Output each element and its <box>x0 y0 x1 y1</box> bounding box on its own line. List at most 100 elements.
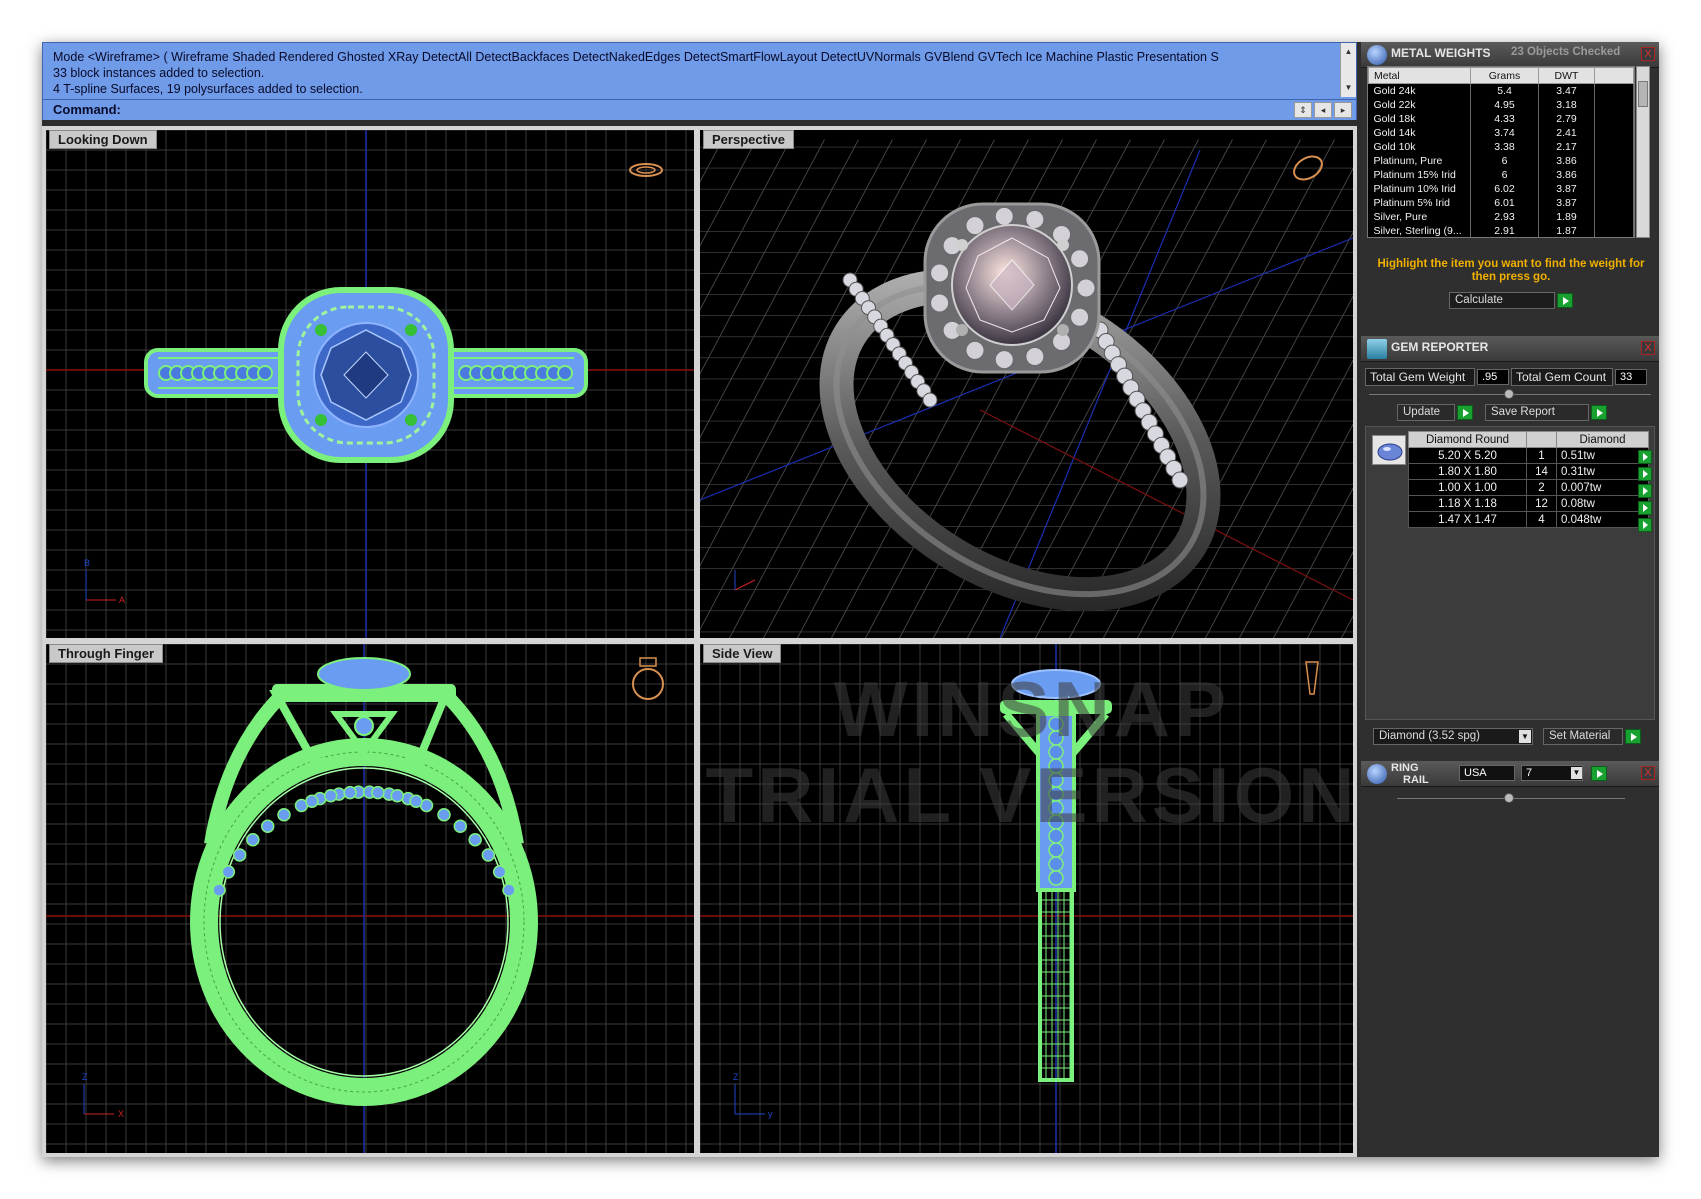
update-button[interactable]: Update <box>1397 404 1455 421</box>
metal-weight-row[interactable]: Gold 18k 4.33 2.79 <box>1368 111 1634 126</box>
close-icon[interactable]: X <box>1641 766 1655 780</box>
ring-rail-slider-knob[interactable] <box>1504 793 1514 803</box>
gem-count-cell: 4 <box>1526 511 1557 528</box>
command-prompt: Command: <box>53 102 121 117</box>
set-material-go-button[interactable] <box>1625 729 1641 744</box>
axis-label-b: B <box>84 558 90 568</box>
calculate-go-button[interactable] <box>1557 293 1573 308</box>
save-report-go-button[interactable] <box>1591 405 1607 420</box>
total-gem-weight-value[interactable]: .95 <box>1477 369 1509 385</box>
command-area: Mode <Wireframe> ( Wireframe Shaded Rend… <box>42 42 1357 120</box>
gem-row-go-button[interactable] <box>1638 501 1652 515</box>
grams-cell: 3.74 <box>1470 125 1539 140</box>
dwt-cell: 3.86 <box>1538 167 1595 182</box>
grams-cell: 6.01 <box>1470 195 1539 210</box>
viewport-title-looking-down[interactable]: Looking Down <box>49 130 157 149</box>
close-icon[interactable]: X <box>1641 341 1655 355</box>
gem-round-thumbnail[interactable] <box>1372 435 1406 465</box>
metal-weight-row[interactable]: Gold 14k 3.74 2.41 <box>1368 125 1634 140</box>
gem-row[interactable]: 1.00 X 1.00 2 0.007tw <box>1408 479 1649 496</box>
viewport-looking-down[interactable]: A B Looking Down <box>44 128 696 640</box>
gem-reporter-header: GEM REPORTER X <box>1361 336 1659 362</box>
close-icon[interactable]: X <box>1641 47 1655 61</box>
gem-size-cell: 1.47 X 1.47 <box>1408 511 1527 528</box>
gem-row[interactable]: 1.80 X 1.80 14 0.31tw <box>1408 463 1649 480</box>
objects-checked-status: 23 Objects Checked <box>1511 46 1621 58</box>
axis-label-a: A <box>119 595 125 605</box>
metal-weight-row[interactable]: Platinum, Pure 6 3.86 <box>1368 153 1634 168</box>
column-header-material: Diamond <box>1556 431 1649 448</box>
total-gem-count-label: Total Gem Count <box>1511 368 1613 386</box>
metal-weights-icon <box>1367 45 1387 65</box>
metal-weights-table[interactable]: Metal Grams DWT Gold 24k 5.4 3.47 Gold 22k 4… <box>1367 66 1635 238</box>
grams-cell: 3.38 <box>1470 139 1539 154</box>
command-history-scrollbar[interactable]: ▲ ▼ <box>1340 43 1356 97</box>
column-header-dwt[interactable]: DWT <box>1538 67 1595 84</box>
viewport-title-side-view[interactable]: Side View <box>703 644 782 663</box>
metal-name-cell: Platinum 5% Irid <box>1368 195 1471 210</box>
total-gem-count-value[interactable]: 33 <box>1615 369 1647 385</box>
gem-weight-cell: 0.048tw <box>1556 511 1649 528</box>
calculate-dropdown[interactable]: Calculate <box>1449 292 1555 309</box>
scroll-up-icon[interactable]: ▲ <box>1341 43 1356 61</box>
ring-size-country[interactable]: USA <box>1459 765 1515 781</box>
through-finger-scene: X Z <box>46 644 694 1153</box>
total-gem-weight-label: Total Gem Weight <box>1365 368 1475 386</box>
viewport-title-through-finger[interactable]: Through Finger <box>49 644 164 663</box>
ring-rail-go-button[interactable] <box>1591 766 1607 781</box>
chevron-down-icon[interactable]: ▼ <box>1519 730 1531 743</box>
gem-row[interactable]: 5.20 X 5.20 1 0.51tw <box>1408 447 1649 464</box>
metal-weights-title: METAL WEIGHTS <box>1391 46 1491 60</box>
arrow-right-icon[interactable]: ▸ <box>1334 102 1352 118</box>
right-panel: METAL WEIGHTS 23 Objects Checked X Metal… <box>1361 42 1659 1157</box>
arrow-left-icon[interactable]: ◂ <box>1314 102 1332 118</box>
metal-weights-scrollbar[interactable] <box>1636 66 1650 238</box>
gem-size-cell: 1.80 X 1.80 <box>1408 463 1527 480</box>
gem-size-cell: 5.20 X 5.20 <box>1408 447 1527 464</box>
gem-row-go-button[interactable] <box>1638 450 1652 464</box>
metal-weight-row[interactable]: Platinum 10% Irid 6.02 3.87 <box>1368 181 1634 196</box>
viewport-title-perspective[interactable]: Perspective <box>703 130 794 149</box>
metal-name-cell: Gold 14k <box>1368 125 1471 140</box>
metal-weight-row[interactable]: Silver, Pure 2.93 1.89 <box>1368 209 1634 224</box>
command-line[interactable]: Command: ⇕ ◂ ▸ <box>43 99 1356 120</box>
set-material-button[interactable]: Set Material <box>1543 728 1623 745</box>
gem-row-go-button[interactable] <box>1638 467 1652 481</box>
viewport-through-finger[interactable]: X Z Through Finger <box>44 642 696 1155</box>
save-report-button[interactable]: Save Report <box>1485 404 1589 421</box>
gem-row-go-button[interactable] <box>1638 484 1652 498</box>
grams-cell: 5.4 <box>1470 83 1539 98</box>
axis-label-z: Z <box>733 1072 739 1082</box>
update-go-button[interactable] <box>1457 405 1473 420</box>
gem-reporter-icon <box>1367 339 1387 359</box>
material-select[interactable]: Diamond (3.52 spg) <box>1373 728 1533 745</box>
gem-reporter-title: GEM REPORTER <box>1391 340 1489 354</box>
metal-weight-row[interactable]: Gold 22k 4.95 3.18 <box>1368 97 1634 112</box>
panel-resize-handle[interactable] <box>1504 389 1514 399</box>
spin-icon[interactable]: ⇕ <box>1294 102 1312 118</box>
metal-weight-row[interactable]: Gold 10k 3.38 2.17 <box>1368 139 1634 154</box>
column-header-metal[interactable]: Metal <box>1368 67 1471 84</box>
command-nav: ⇕ ◂ ▸ <box>1294 102 1352 118</box>
metal-name-cell: Platinum, Pure <box>1368 153 1471 168</box>
gem-row[interactable]: 1.47 X 1.47 4 0.048tw <box>1408 511 1649 528</box>
viewport-side-view[interactable]: y Z Side View <box>698 642 1355 1155</box>
viewport-perspective[interactable]: Perspective <box>698 128 1355 640</box>
dwt-cell: 3.87 <box>1538 181 1595 196</box>
metal-weight-row[interactable]: Platinum 5% Irid 6.01 3.87 <box>1368 195 1634 210</box>
column-header-shape: Diamond Round <box>1408 431 1527 448</box>
gem-row-go-button[interactable] <box>1638 518 1652 532</box>
gem-weight-cell: 0.08tw <box>1556 495 1649 512</box>
metal-weight-row[interactable]: Platinum 15% Irid 6 3.86 <box>1368 167 1634 182</box>
metal-weight-row[interactable]: Silver, Sterling (9... 2.91 1.87 <box>1368 223 1634 237</box>
metal-name-cell: Gold 10k <box>1368 139 1471 154</box>
grams-cell: 2.93 <box>1470 209 1539 224</box>
column-header-grams[interactable]: Grams <box>1470 67 1539 84</box>
command-history-line: 4 T-spline Surfaces, 19 polysurfaces add… <box>53 82 363 96</box>
scroll-down-icon[interactable]: ▼ <box>1341 79 1356 97</box>
dwt-cell: 3.86 <box>1538 153 1595 168</box>
command-history: Mode <Wireframe> ( Wireframe Shaded Rend… <box>53 49 1333 97</box>
chevron-down-icon[interactable]: ▼ <box>1571 767 1582 779</box>
metal-weight-row[interactable]: Gold 24k 5.4 3.47 <box>1368 83 1634 98</box>
gem-row[interactable]: 1.18 X 1.18 12 0.08tw <box>1408 495 1649 512</box>
